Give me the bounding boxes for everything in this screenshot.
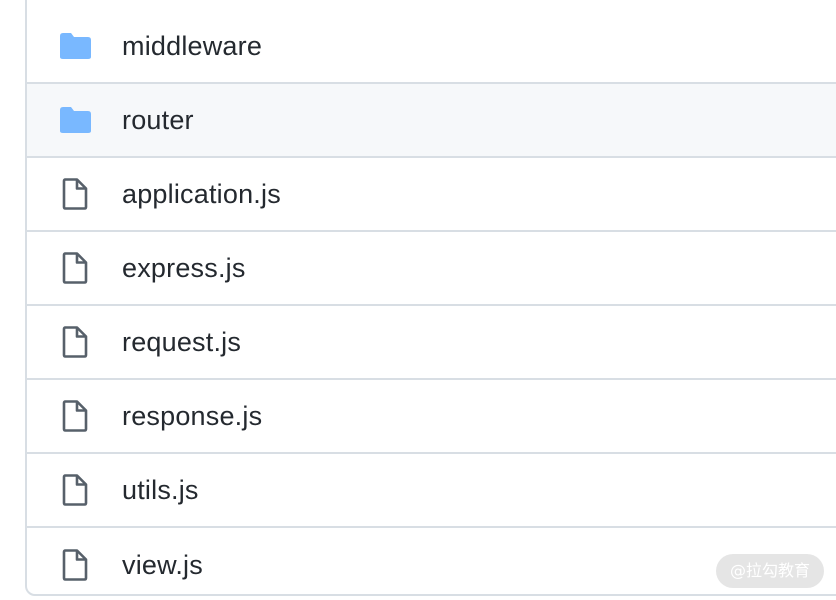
file-icon: [57, 398, 93, 434]
file-row-middleware[interactable]: middleware: [27, 10, 836, 84]
file-name[interactable]: router: [122, 105, 194, 136]
file-name[interactable]: view.js: [122, 550, 203, 581]
file-row-utils-js[interactable]: utils.js: [27, 454, 836, 528]
file-icon: [57, 176, 93, 212]
file-row-response-js[interactable]: response.js: [27, 380, 836, 454]
file-icon: [57, 547, 93, 583]
file-icon: [57, 472, 93, 508]
file-row-application-js[interactable]: application.js: [27, 158, 836, 232]
file-icon: [57, 250, 93, 286]
file-name[interactable]: express.js: [122, 253, 246, 284]
folder-icon: [57, 102, 93, 138]
file-icon: [57, 324, 93, 360]
file-name[interactable]: request.js: [122, 327, 241, 358]
file-row-express-js[interactable]: express.js: [27, 232, 836, 306]
file-name[interactable]: utils.js: [122, 475, 199, 506]
watermark: @拉勾教育: [715, 554, 824, 588]
file-list-panel: middleware router application.js express…: [25, 0, 836, 596]
file-row-request-js[interactable]: request.js: [27, 306, 836, 380]
folder-icon: [57, 28, 93, 64]
file-row-view-js[interactable]: view.js: [27, 528, 836, 594]
file-name[interactable]: response.js: [122, 401, 262, 432]
file-name[interactable]: application.js: [122, 179, 281, 210]
file-name[interactable]: middleware: [122, 31, 262, 62]
file-row-router[interactable]: router: [27, 84, 836, 158]
